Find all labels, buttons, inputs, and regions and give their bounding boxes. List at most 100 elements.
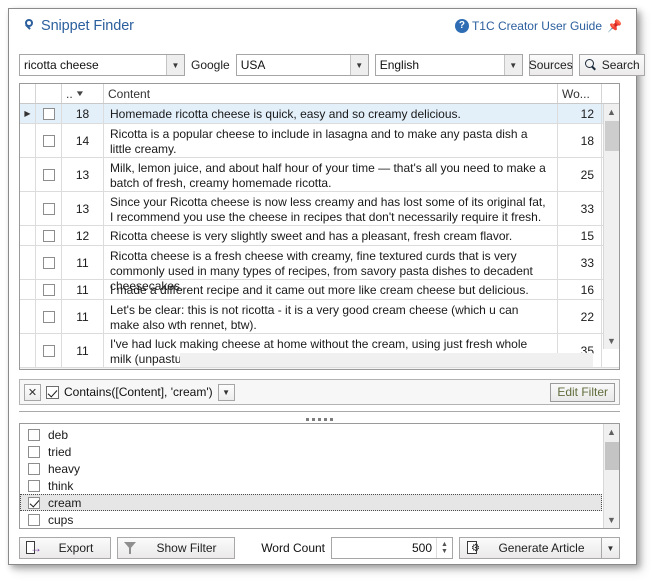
show-filter-button[interactable]: Show Filter — [117, 537, 235, 559]
grid-header-words[interactable]: Wo... — [558, 84, 602, 103]
chevron-down-icon[interactable]: ▼ — [604, 512, 619, 528]
checkbox-icon[interactable] — [28, 496, 40, 509]
checkbox-icon[interactable] — [28, 462, 40, 475]
snippet-finder-window: Snippet Finder ? T1C Creator User Guide … — [8, 8, 645, 565]
table-row[interactable]: 11 Let's be clear: this is not ricotta - … — [20, 300, 619, 334]
grid-horizontal-scrollbar[interactable] — [179, 352, 593, 367]
filter-bar: ✕ Contains([Content], 'cream') ▼ Edit Fi… — [19, 379, 620, 405]
row-content: Milk, lemon juice, and about half hour o… — [104, 158, 558, 191]
row-checkbox[interactable] — [36, 280, 62, 299]
list-item[interactable]: cream — [20, 494, 602, 511]
row-checkbox[interactable] — [36, 104, 62, 123]
grid-header-words-label: Wo... — [562, 86, 590, 101]
row-content: Ricotta is a popular cheese to include i… — [104, 124, 558, 157]
grid-header-rank[interactable]: .. ▼ — [62, 84, 104, 103]
row-word-count: 33 — [558, 192, 602, 225]
table-row[interactable]: 11 I made a different recipe and it came … — [20, 280, 619, 300]
row-checkbox[interactable] — [36, 158, 62, 191]
row-checkbox[interactable] — [36, 246, 62, 279]
row-checkbox[interactable] — [36, 226, 62, 245]
search-engine-label: Google — [191, 58, 230, 72]
checkbox-icon[interactable] — [42, 229, 55, 242]
list-item[interactable]: cups — [20, 511, 602, 528]
sources-button[interactable]: Sources — [529, 54, 573, 76]
sort-descending-caret-icon: ▼ — [74, 89, 85, 98]
list-item-label: heavy — [48, 461, 81, 476]
keyword-scroll-thumb[interactable] — [605, 442, 619, 470]
page-title-label: Snippet Finder — [41, 18, 134, 34]
grid-header-rank-label: .. — [66, 86, 73, 101]
table-row[interactable]: 11 Ricotta cheese is a fresh cheese with … — [20, 246, 619, 293]
keyword-list-panel: deb tried heavy think cream cups ▲ ▼ — [19, 423, 620, 529]
checkbox-icon[interactable] — [42, 310, 55, 323]
row-content: Homemade ricotta cheese is quick, easy a… — [104, 104, 558, 123]
word-count-stepper[interactable]: ▲▼ — [331, 537, 453, 559]
generate-article-button[interactable]: Generate Article — [459, 537, 602, 559]
grid-vertical-scrollbar[interactable]: ▲ ▼ — [603, 104, 619, 349]
checkbox-icon[interactable] — [42, 202, 55, 215]
help-guide-label: T1C Creator User Guide — [471, 19, 602, 33]
export-button[interactable]: Export — [19, 537, 111, 559]
grid-header-checkbox[interactable] — [36, 84, 62, 103]
checkbox-icon[interactable] — [42, 256, 55, 269]
edit-filter-button[interactable]: Edit Filter — [550, 382, 615, 402]
row-checkbox[interactable] — [36, 300, 62, 333]
checkbox-icon[interactable] — [42, 134, 55, 147]
list-item[interactable]: think — [20, 477, 602, 494]
checkbox-icon[interactable] — [28, 428, 40, 441]
filter-expression: Contains([Content], 'cream') — [64, 385, 213, 399]
word-count-label: Word Count — [261, 541, 325, 555]
chevron-down-icon[interactable]: ▼ — [604, 333, 619, 349]
generate-article-dropdown[interactable]: ▼ — [602, 537, 620, 559]
row-checkbox[interactable] — [36, 192, 62, 225]
checkbox-icon[interactable] — [28, 513, 40, 526]
country-input[interactable] — [236, 55, 350, 75]
search-query-combo[interactable]: ▼ — [19, 54, 185, 76]
chevron-down-icon[interactable]: ▼ — [217, 383, 235, 401]
row-rank: 11 — [62, 334, 104, 367]
language-input[interactable] — [375, 55, 504, 75]
grid-header-row: .. ▼ Content Wo... — [20, 84, 619, 104]
help-guide-link[interactable]: ? T1C Creator User Guide — [454, 19, 602, 33]
search-button[interactable]: Search — [578, 54, 645, 76]
table-row[interactable]: 13 Milk, lemon juice, and about half hour… — [20, 158, 619, 192]
pin-icon[interactable]: 📌 — [607, 20, 622, 32]
list-item[interactable]: heavy — [20, 460, 602, 477]
filter-enabled-checkbox[interactable] — [46, 385, 59, 399]
search-query-input[interactable] — [20, 55, 166, 75]
panel-splitter[interactable] — [19, 410, 620, 422]
generate-article-label: Generate Article — [498, 541, 585, 555]
row-indicator — [20, 124, 36, 157]
word-count-input[interactable] — [332, 538, 436, 558]
checkbox-icon[interactable] — [28, 479, 40, 492]
language-combo[interactable]: ▼ — [374, 54, 523, 76]
list-item[interactable]: tried — [20, 443, 602, 460]
chevron-down-icon[interactable]: ▼ — [349, 55, 368, 75]
row-content: I made a different recipe and it came ou… — [104, 280, 558, 299]
checkbox-icon[interactable] — [42, 344, 55, 357]
row-checkbox[interactable] — [36, 124, 62, 157]
checkbox-icon[interactable] — [42, 283, 55, 296]
checkbox-icon[interactable] — [28, 445, 40, 458]
country-combo[interactable]: ▼ — [235, 54, 369, 76]
list-item[interactable]: deb — [20, 426, 602, 443]
checkbox-icon[interactable] — [42, 107, 55, 120]
close-x-icon[interactable]: ✕ — [24, 383, 41, 401]
checkbox-icon[interactable] — [42, 168, 55, 181]
spinner-up-down-icon[interactable]: ▲ ▼ — [436, 538, 452, 558]
sources-button-label: Sources — [528, 58, 573, 72]
table-row[interactable]: 14 Ricotta is a popular cheese to include… — [20, 124, 619, 158]
row-checkbox[interactable] — [36, 334, 62, 367]
table-row[interactable]: 13 Since your Ricotta cheese is now less … — [20, 192, 619, 226]
table-row[interactable]: 12 Ricotta cheese is very slightly sweet … — [20, 226, 619, 246]
chevron-down-icon[interactable]: ▼ — [166, 55, 184, 75]
table-row[interactable]: ▶ 18 Homemade ricotta cheese is quick, eas… — [20, 104, 619, 124]
chevron-up-icon[interactable]: ▲ — [604, 104, 619, 120]
chevron-up-icon[interactable]: ▲ — [604, 424, 619, 440]
grid-header-pad — [602, 84, 619, 103]
chevron-down-icon[interactable]: ▼ — [503, 55, 522, 75]
grid-scroll-thumb[interactable] — [605, 121, 619, 151]
grid-header-content[interactable]: Content — [104, 84, 558, 103]
list-item-label: deb — [48, 427, 69, 442]
keyword-list-scrollbar[interactable]: ▲ ▼ — [603, 424, 619, 528]
